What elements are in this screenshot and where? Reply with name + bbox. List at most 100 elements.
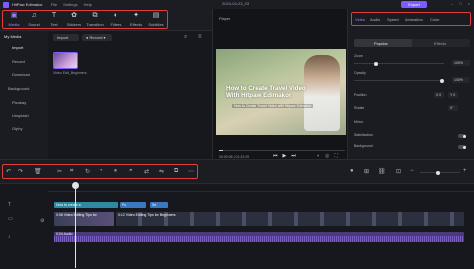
tab-video[interactable]: Video: [355, 17, 365, 22]
audio-clip[interactable]: 0:04 Audio: [54, 232, 464, 242]
media-thumbnail-name: Video Edit_Beginners: [53, 71, 87, 75]
tab-speed[interactable]: Speed: [387, 17, 399, 22]
menu-help[interactable]: Help: [84, 2, 92, 7]
sidebar-item-pixabay[interactable]: Pixabay: [12, 100, 26, 105]
sidebar-item-giphy[interactable]: Giphy: [12, 126, 22, 131]
tab-animation[interactable]: Animation: [405, 17, 423, 22]
zoom-value[interactable]: 100%: [452, 60, 470, 66]
crop-icon[interactable]: ⌗: [70, 168, 73, 175]
opacity-slider[interactable]: [354, 78, 444, 83]
video-clip[interactable]: 0:06 Video Editing Tips for: [54, 212, 114, 226]
sidebar-item-import[interactable]: Import: [12, 45, 23, 50]
preset-segment: Popular Effects: [354, 39, 470, 47]
zoom-fit-icon[interactable]: ⊡: [396, 168, 401, 175]
undo-icon[interactable]: ↶: [6, 168, 11, 175]
tab-audio[interactable]: Audio: [370, 17, 380, 22]
menu-settings[interactable]: Settings: [63, 2, 77, 7]
tab-color[interactable]: Color: [430, 17, 440, 22]
app-logo: [3, 1, 9, 8]
opacity-slider-knob[interactable]: [440, 78, 444, 83]
video-clip[interactable]: 0:12 Video Editing Tips for Beginners: [116, 212, 464, 226]
search-icon[interactable]: ⌕: [184, 34, 187, 41]
text-track-icon: T: [8, 202, 12, 208]
timeline-ruler[interactable]: [48, 184, 474, 192]
tab-transition[interactable]: ⧉ Transition: [86, 11, 104, 29]
stabilization-label: Stabilization: [354, 133, 373, 137]
stabilization-toggle[interactable]: [458, 134, 466, 138]
text-clip[interactable]: Fu: [120, 202, 146, 208]
sidebar-item-record[interactable]: Record: [12, 59, 25, 64]
mirror-icon[interactable]: ⇋: [159, 168, 164, 175]
player-panel: Player How to Create Travel Video With H…: [212, 9, 348, 159]
position-x-field[interactable]: X 0: [434, 92, 444, 98]
sidebar-item-background[interactable]: Background: [8, 86, 29, 91]
text-clip[interactable]: How to create a: [54, 202, 118, 208]
mask-icon[interactable]: ◓: [129, 168, 133, 174]
playback-progress-fill: [219, 150, 223, 151]
tab-stickers[interactable]: ✿ Stickers: [65, 11, 83, 29]
menu-file[interactable]: File: [51, 2, 57, 7]
timeline-zoom-knob[interactable]: [436, 170, 440, 175]
position-y-field[interactable]: Y 0: [448, 92, 458, 98]
player-title: Player: [219, 16, 231, 21]
import-button[interactable]: Import: [53, 34, 79, 41]
audio-waveform: [54, 236, 464, 242]
sidebar-item-my-media[interactable]: My Media: [4, 34, 21, 39]
minimize-icon[interactable]: –: [451, 1, 453, 6]
filter-icon[interactable]: ≡: [198, 34, 202, 40]
opacity-label: Opacity: [354, 71, 366, 75]
maximize-icon[interactable]: □: [459, 1, 461, 6]
text-clip[interactable]: Se: [150, 202, 168, 208]
detach-icon[interactable]: ⧉: [174, 168, 178, 175]
effects-icon: ✦: [133, 12, 139, 19]
video-track-icon: ▭: [8, 216, 13, 222]
timeline-zoom-slider[interactable]: [420, 170, 460, 175]
subtitles-icon: ▤: [152, 12, 160, 19]
zoom-out-icon[interactable]: −: [410, 168, 414, 174]
record-voice-icon[interactable]: ●: [350, 168, 354, 174]
background-label: Background: [354, 144, 373, 148]
tab-text[interactable]: T Text: [45, 11, 63, 29]
rotate-field[interactable]: 0°: [448, 105, 458, 111]
export-label: Export: [408, 2, 420, 7]
redo-icon[interactable]: ↷: [18, 168, 23, 175]
audio-track-icon: ♪: [8, 234, 11, 240]
preview-subtitle-text: How to Create Travel Video with Hitpaw E…: [232, 104, 314, 108]
snap-icon[interactable]: ⊞: [364, 168, 369, 175]
track-settings-icon[interactable]: ⚙: [40, 218, 44, 224]
media-thumbnail[interactable]: [53, 52, 78, 69]
tab-effects[interactable]: ✦ Effects: [127, 11, 145, 29]
delete-icon[interactable]: 🗑: [34, 168, 42, 175]
speed-icon[interactable]: ◔: [99, 168, 103, 174]
stickers-icon: ✿: [71, 12, 77, 19]
opacity-value[interactable]: 100%: [452, 77, 470, 83]
zoom-slider[interactable]: [354, 61, 444, 66]
freeze-icon[interactable]: ⏸: [114, 168, 117, 175]
tab-subtitles[interactable]: ▤ Subtitles: [147, 11, 165, 29]
reverse-icon[interactable]: ⇄: [144, 168, 149, 175]
link-icon[interactable]: ⛓: [378, 168, 386, 175]
playback-progress[interactable]: [219, 150, 345, 151]
tab-filters[interactable]: ◐ Filters: [107, 11, 125, 29]
tab-media[interactable]: ▣ Media: [5, 11, 23, 29]
split-icon[interactable]: ✂: [57, 168, 62, 175]
segment-popular[interactable]: Popular: [374, 41, 388, 46]
close-icon[interactable]: ×: [468, 1, 470, 6]
zoom-slider-knob[interactable]: [374, 61, 378, 66]
sound-icon: ♫: [31, 12, 37, 19]
playhead[interactable]: [72, 182, 79, 268]
record-button[interactable]: ● Record ▾: [82, 34, 112, 41]
tab-sound[interactable]: ♫ Sound: [25, 11, 43, 29]
export-button[interactable]: Export: [401, 1, 427, 8]
text-icon: T: [51, 12, 57, 19]
rotate-icon[interactable]: ↻: [85, 168, 90, 175]
zoom-in-icon[interactable]: +: [463, 168, 467, 174]
background-toggle[interactable]: [458, 145, 466, 149]
properties-panel: Video Audio Speed Animation Color Popula…: [348, 9, 474, 165]
video-preview[interactable]: How to Create Travel Video With Hitpaw E…: [216, 49, 346, 135]
sidebar-item-download[interactable]: Download: [12, 72, 30, 77]
sidebar-item-unsplash[interactable]: Unsplash: [12, 113, 29, 118]
segment-effects[interactable]: Effects: [434, 41, 446, 46]
media-sidebar: My Media Import Record Download Backgrou…: [0, 31, 48, 159]
more-icon[interactable]: ⋯: [188, 168, 194, 175]
